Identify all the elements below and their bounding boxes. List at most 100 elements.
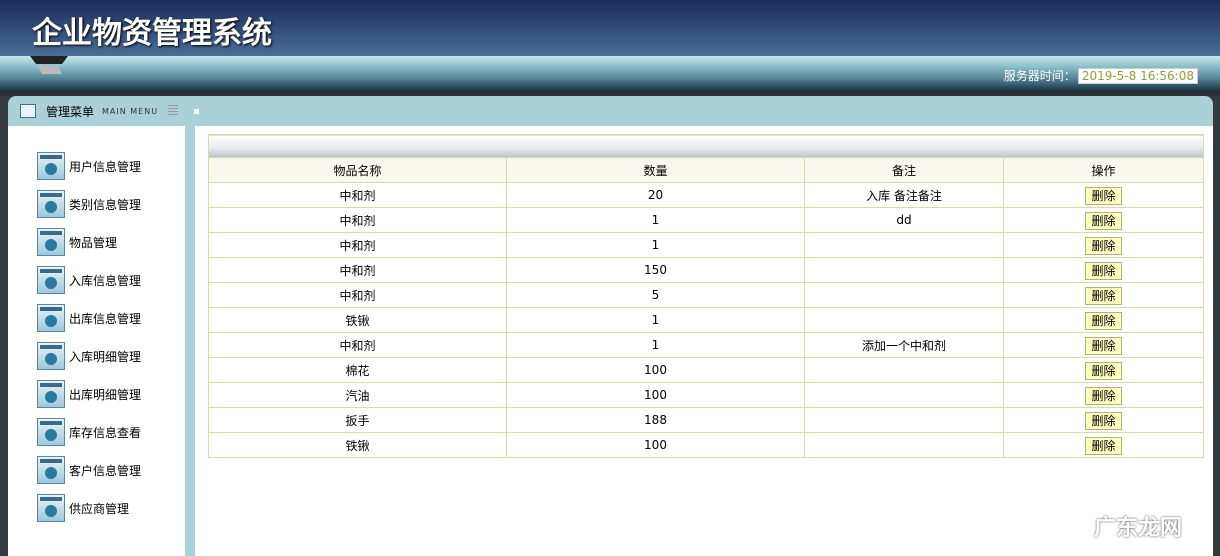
table-row: 中和剂 20 入库 备注备注 删除 [208,182,1204,208]
delete-button[interactable]: 删除 [1085,411,1122,430]
item-qty: 20 [506,182,805,208]
sidebar: 用户信息管理类别信息管理 物品管理入库信息管理 出库信息管理 入库明细管理出库明细管理… [8,126,185,556]
item-qty: 1 [506,332,805,358]
table-row: 中和剂 1 dd 删除 [208,207,1204,233]
users-icon [37,342,65,370]
item-note: dd [804,207,1004,233]
item-note [804,382,1004,408]
delete-button[interactable]: 删除 [1085,311,1122,330]
item-note [804,407,1004,433]
action-cell: 删除 [1003,432,1204,458]
sidebar-item[interactable]: 入库明细管理 [37,342,141,370]
item-qty: 1 [506,232,805,258]
header-band: 服务器时间： 2019-5-8 16:56:08 [0,56,1220,90]
action-cell: 删除 [1003,232,1204,258]
action-cell: 删除 [1003,257,1204,283]
table-row: 中和剂 1 添加一个中和剂 删除 [208,332,1204,358]
delete-button[interactable]: 删除 [1085,186,1122,205]
server-time: 服务器时间： 2019-5-8 16:56:08 [1004,67,1198,84]
server-time-label: 服务器时间： [1003,69,1076,83]
table-toolbar [208,134,1204,158]
item-qty: 188 [506,407,805,433]
menu-bar: 管理菜单 MAIN MENU [8,96,1213,126]
delete-button[interactable]: 删除 [1085,361,1122,380]
item-name: 中和剂 [208,232,507,258]
sidebar-item-label: 类别信息管理 [69,197,142,212]
main-content: 物品名称 数量 备注 操作 中和剂 20 入库 备注备注 删除 中和剂 1 dd 删除 中和剂 1… [195,126,1213,556]
sidebar-item[interactable]: 用户信息管理 [37,152,141,180]
content-panel: 管理菜单 MAIN MENU 用户信息管理类别信息管理 物品管理入库信息管理 出库信… [8,96,1213,556]
sidebar-item-label: 库存信息查看 [69,425,142,440]
users-icon [37,228,65,256]
users-icon [37,494,65,522]
delete-button[interactable]: 删除 [1085,436,1122,455]
action-cell: 删除 [1003,357,1204,383]
menu-icon [20,104,36,118]
item-qty: 1 [506,307,805,333]
col-action: 操作 [1003,157,1204,183]
item-qty: 100 [506,357,805,383]
delete-button[interactable]: 删除 [1085,336,1122,355]
table-row: 扳手 188 删除 [208,407,1204,433]
sidebar-item[interactable]: 库存信息查看 [37,418,141,446]
sidebar-item[interactable]: 出库信息管理 [37,304,141,332]
delete-button[interactable]: 删除 [1085,236,1122,255]
sidebar-item[interactable]: 供应商管理 [37,494,129,522]
app-title: 企业物资管理系统 [32,16,272,51]
delete-button[interactable]: 删除 [1085,386,1122,405]
table-row: 棉花 100 删除 [208,357,1204,383]
item-name: 棉花 [208,357,507,383]
sidebar-item-label: 出库信息管理 [69,311,142,326]
action-cell: 删除 [1003,182,1204,208]
delete-button[interactable]: 删除 [1085,261,1122,280]
col-qty: 数量 [506,157,805,183]
sidebar-item[interactable]: 入库信息管理 [37,266,141,294]
sidebar-item[interactable]: 出库明细管理 [37,380,141,408]
sidebar-item-label: 入库明细管理 [69,349,142,364]
users-icon [37,266,65,294]
item-name: 中和剂 [208,332,507,358]
table-row: 中和剂 1 删除 [208,232,1204,258]
item-note [804,357,1004,383]
item-note [804,432,1004,458]
col-name: 物品名称 [208,157,507,183]
sidebar-item[interactable]: 物品管理 [37,228,117,256]
delete-button[interactable]: 删除 [1085,211,1122,230]
sidebar-item-label: 供应商管理 [69,501,130,516]
sidebar-item[interactable]: 客户信息管理 [37,456,141,484]
square-icon [194,108,200,114]
menu-title: 管理菜单 [46,104,95,119]
users-icon [37,190,65,218]
delete-button[interactable]: 删除 [1085,286,1122,305]
item-name: 中和剂 [208,182,507,208]
item-name: 中和剂 [208,207,507,233]
action-cell: 删除 [1003,407,1204,433]
table-row: 铁锹 1 删除 [208,307,1204,333]
watermark: 广东龙网 [1093,516,1182,541]
item-name: 汽油 [208,382,507,408]
action-cell: 删除 [1003,382,1204,408]
items-table: 物品名称 数量 备注 操作 中和剂 20 入库 备注备注 删除 中和剂 1 dd 删除 中和剂 1… [208,134,1204,458]
item-qty: 100 [506,432,805,458]
sidebar-item-label: 物品管理 [69,235,118,250]
item-qty: 150 [506,257,805,283]
users-icon [37,380,65,408]
item-name: 扳手 [208,407,507,433]
item-note: 添加一个中和剂 [804,332,1004,358]
item-qty: 1 [506,207,805,233]
table-row: 铁锹 100 删除 [208,432,1204,458]
users-icon [37,304,65,332]
item-note [804,282,1004,308]
users-icon [37,456,65,484]
list-icon[interactable] [168,105,179,117]
header-banner: 企业物资管理系统 [0,0,1220,56]
item-qty: 100 [506,382,805,408]
item-note: 入库 备注备注 [804,182,1004,208]
sidebar-item[interactable]: 类别信息管理 [37,190,141,218]
action-cell: 删除 [1003,307,1204,333]
item-note [804,257,1004,283]
sidebar-item-label: 入库信息管理 [69,273,142,288]
table-row: 汽油 100 删除 [208,382,1204,408]
table-row: 中和剂 5 删除 [208,282,1204,308]
action-cell: 删除 [1003,207,1204,233]
